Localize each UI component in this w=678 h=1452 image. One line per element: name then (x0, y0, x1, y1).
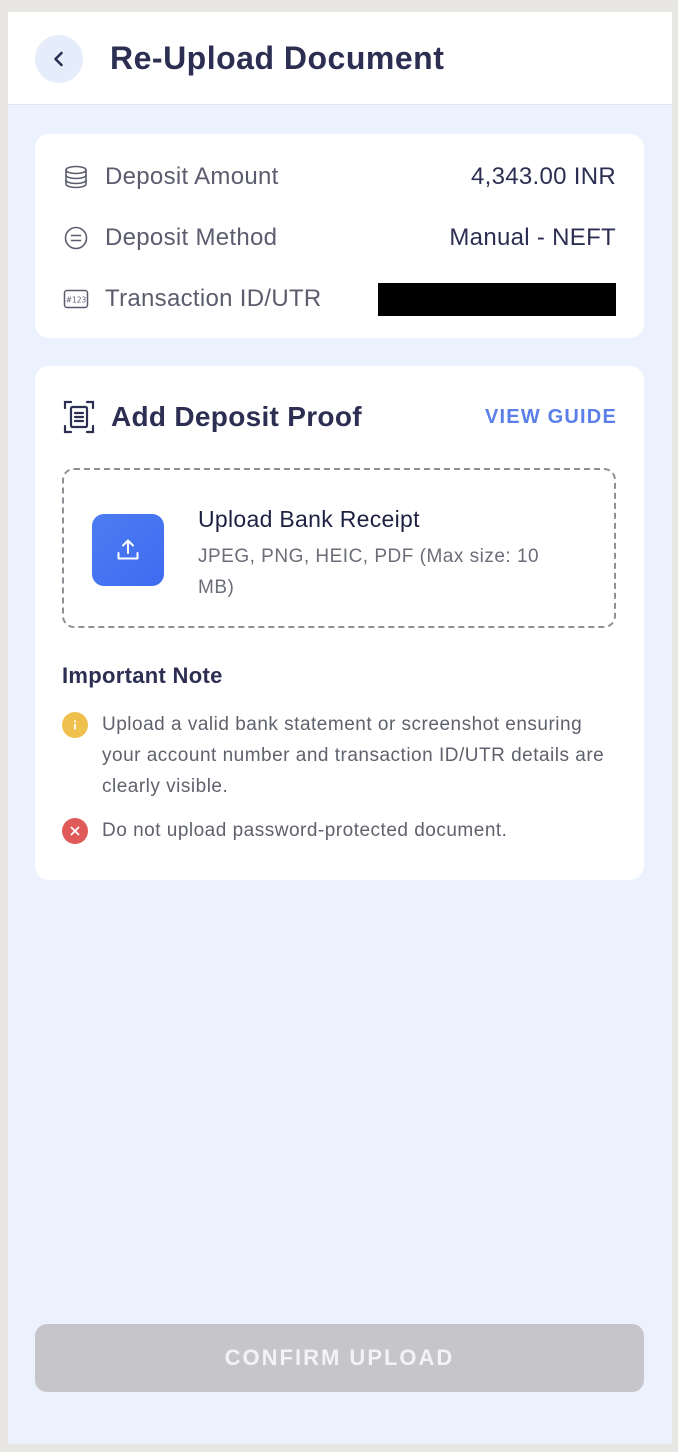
coins-stack-icon (63, 164, 89, 190)
hash-123-icon: #123 (63, 286, 89, 312)
close-circle-icon (62, 818, 88, 844)
upload-formats: JPEG, PNG, HEIC, PDF (Max size: 10 MB) (198, 546, 540, 598)
deposit-info-card: Deposit Amount 4,343.00 INR Deposit Meth… (35, 134, 644, 338)
deposit-method-label: Deposit Method (105, 224, 278, 251)
note-info-text: Upload a valid bank statement or screens… (102, 714, 605, 797)
upload-button[interactable] (92, 514, 164, 586)
svg-text:#123: #123 (66, 296, 87, 305)
upload-icon (117, 539, 139, 560)
add-deposit-proof-title: Add Deposit Proof (111, 401, 362, 432)
list-circle-icon (63, 225, 89, 251)
upload-title: Upload Bank Receipt (198, 506, 420, 532)
deposit-amount-value: 4,343.00 INR (470, 163, 616, 190)
upload-dropzone[interactable]: Upload Bank Receipt JPEG, PNG, HEIC, PDF… (62, 468, 616, 628)
page-title: Re-Upload Document (110, 40, 445, 76)
deposit-amount-label: Deposit Amount (105, 163, 279, 190)
view-guide-link[interactable]: VIEW GUIDE (485, 406, 617, 429)
header: Re-Upload Document (8, 12, 672, 105)
transaction-id-redacted (378, 282, 616, 316)
deposit-amount-row: Deposit Amount 4,343.00 INR (63, 157, 616, 197)
deposit-proof-card: Add Deposit Proof VIEW GUIDE Upload Bank… (35, 366, 644, 880)
chevron-left-icon (54, 51, 63, 67)
transaction-id-label: Transaction ID/UTR (105, 285, 322, 312)
note-item-error: Do not upload password-protected documen… (62, 815, 622, 846)
transaction-id-row: #123 Transaction ID/UTR (63, 279, 616, 319)
info-icon (62, 712, 88, 738)
important-note-title: Important Note (62, 663, 223, 688)
confirm-upload-button[interactable]: CONFIRM UPLOAD (35, 1324, 644, 1392)
note-item-info: Upload a valid bank statement or screens… (62, 709, 622, 802)
app-screen: Re-Upload Document Deposit Amount 4,343.… (8, 12, 672, 1444)
back-button[interactable] (35, 35, 83, 83)
deposit-method-row: Deposit Method Manual - NEFT (63, 218, 616, 258)
document-scan-icon (63, 400, 95, 434)
note-error-text: Do not upload password-protected documen… (102, 820, 508, 841)
deposit-method-value: Manual - NEFT (449, 224, 616, 251)
